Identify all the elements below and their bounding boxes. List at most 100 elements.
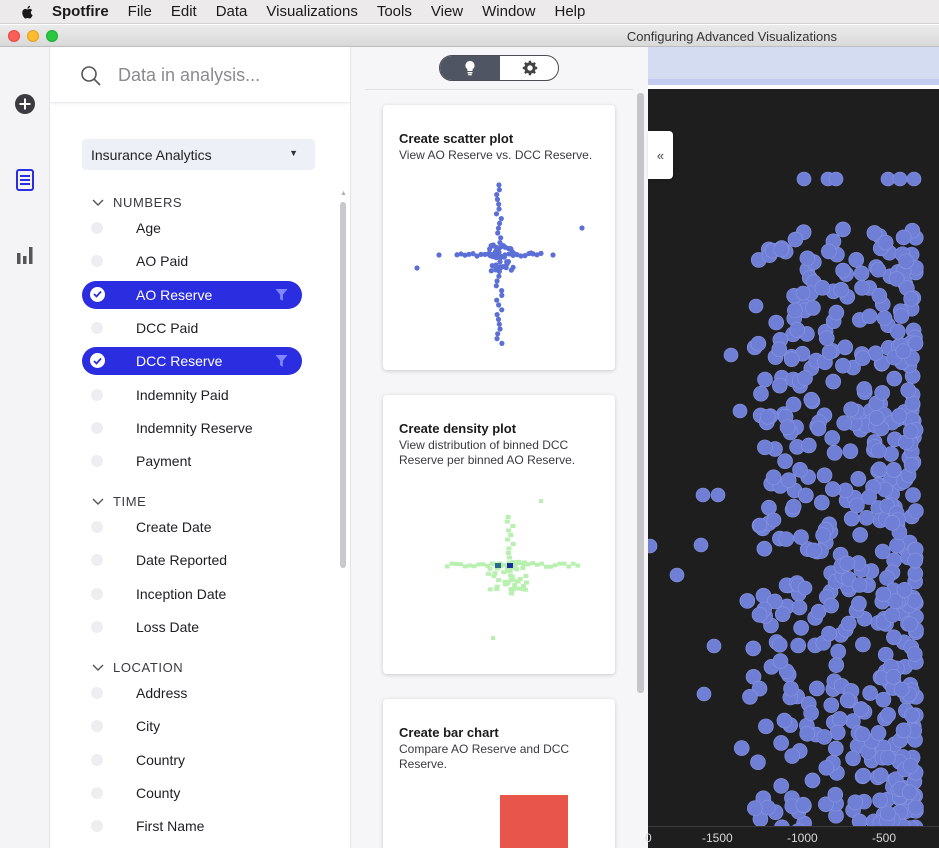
density-preview-cell bbox=[524, 580, 530, 585]
field-ao-paid[interactable]: AO Paid bbox=[82, 247, 302, 275]
recommendation-card-scatter[interactable]: Create scatter plot View AO Reserve vs. … bbox=[383, 105, 615, 370]
field-select-dot[interactable] bbox=[91, 255, 103, 268]
menu-file[interactable]: File bbox=[128, 3, 152, 20]
collapse-panel-button[interactable]: « bbox=[648, 131, 673, 179]
section-header-time[interactable]: TIME bbox=[92, 494, 146, 509]
visualization-point bbox=[752, 517, 768, 533]
visualization-point bbox=[825, 373, 842, 390]
visualizations-button[interactable] bbox=[13, 243, 37, 267]
field-ao-reserve[interactable]: AO Reserve bbox=[82, 280, 302, 309]
recommendation-card-density[interactable]: Create density plot View distribution of… bbox=[383, 395, 615, 674]
field-first-name[interactable]: First Name bbox=[82, 812, 302, 840]
section-label: LOCATION bbox=[113, 660, 184, 675]
visualization-point bbox=[862, 685, 878, 701]
checkmark-icon[interactable] bbox=[90, 286, 105, 302]
field-select-dot[interactable] bbox=[91, 820, 103, 833]
field-dcc-reserve[interactable]: DCC Reserve bbox=[82, 347, 302, 376]
visualization-point bbox=[839, 692, 856, 709]
apple-logo-icon[interactable] bbox=[18, 4, 38, 20]
visualization-point bbox=[783, 680, 799, 697]
field-loss-date[interactable]: Loss Date bbox=[82, 613, 302, 641]
density-preview-cell bbox=[530, 561, 535, 566]
field-select-dot[interactable] bbox=[91, 388, 103, 401]
window-title: Configuring Advanced Visualizations bbox=[626, 29, 837, 44]
field-select-dot[interactable] bbox=[91, 421, 103, 434]
visualization-point bbox=[885, 462, 902, 478]
settings-tab[interactable] bbox=[500, 56, 558, 80]
zoom-window-button[interactable] bbox=[46, 30, 58, 42]
density-preview-cell bbox=[515, 586, 521, 591]
filter-icon[interactable] bbox=[275, 354, 288, 368]
visualization-point bbox=[742, 688, 758, 705]
field-select-dot[interactable] bbox=[91, 587, 103, 600]
panel-mode-toggle[interactable] bbox=[439, 55, 559, 81]
menu-view[interactable]: View bbox=[431, 3, 463, 20]
visualization-point bbox=[828, 657, 845, 673]
field-address[interactable]: Address bbox=[82, 679, 302, 707]
density-preview-cell bbox=[566, 564, 571, 569]
field-select-dot[interactable] bbox=[91, 222, 103, 234]
field-dcc-paid[interactable]: DCC Paid bbox=[82, 314, 302, 342]
field-create-date[interactable]: Create Date bbox=[82, 513, 302, 541]
menu-window[interactable]: Window bbox=[482, 3, 535, 20]
field-select-dot[interactable] bbox=[91, 455, 103, 468]
menu-edit[interactable]: Edit bbox=[171, 3, 197, 20]
menu-app-name[interactable]: Spotfire bbox=[52, 3, 109, 20]
field-select-dot[interactable] bbox=[91, 720, 103, 733]
field-city[interactable]: City bbox=[82, 712, 302, 740]
field-country[interactable]: Country bbox=[82, 746, 302, 774]
menu-help[interactable]: Help bbox=[554, 3, 585, 20]
data-search-input[interactable] bbox=[118, 61, 328, 89]
data-source-select[interactable]: Insurance Analytics ▼ bbox=[82, 139, 315, 170]
field-select-dot[interactable] bbox=[91, 321, 103, 334]
section-label: NUMBERS bbox=[113, 195, 183, 210]
section-header-numbers[interactable]: NUMBERS bbox=[92, 195, 182, 210]
field-select-dot[interactable] bbox=[91, 786, 103, 799]
field-age[interactable]: Age bbox=[82, 214, 302, 242]
menu-visualizations[interactable]: Visualizations bbox=[266, 3, 357, 20]
field-select-dot[interactable] bbox=[91, 554, 103, 567]
add-data-button[interactable] bbox=[13, 92, 37, 116]
field-inception-date[interactable]: Inception Date bbox=[82, 580, 302, 608]
data-panel-button[interactable] bbox=[13, 168, 37, 192]
field-date-reported[interactable]: Date Reported bbox=[82, 546, 302, 574]
filter-icon[interactable] bbox=[275, 288, 288, 302]
visualization-point bbox=[889, 323, 906, 340]
visualization-point bbox=[880, 707, 896, 723]
scatter-visualization[interactable] bbox=[648, 89, 939, 848]
field-select-dot[interactable] bbox=[91, 753, 103, 766]
density-preview-cell bbox=[512, 583, 518, 588]
recommendations-tab[interactable] bbox=[440, 56, 500, 80]
visualization-point bbox=[706, 638, 722, 654]
minimize-window-button[interactable] bbox=[27, 30, 39, 42]
x-tick-label: -1500 bbox=[702, 831, 733, 845]
field-select-dot[interactable] bbox=[91, 620, 103, 633]
density-preview-cell bbox=[506, 546, 512, 551]
menu-data[interactable]: Data bbox=[216, 3, 248, 20]
menu-bar: Spotfire File Edit Data Visualizations T… bbox=[0, 0, 939, 24]
scroll-up-icon[interactable]: ▲ bbox=[340, 190, 347, 197]
section-header-location[interactable]: LOCATION bbox=[92, 660, 183, 675]
data-panel-scrollbar[interactable] bbox=[340, 202, 346, 568]
visualization-point bbox=[773, 735, 789, 751]
density-preview-cell bbox=[487, 566, 493, 571]
visualization-point bbox=[772, 653, 789, 669]
field-indemnity-paid[interactable]: Indemnity Paid bbox=[82, 381, 302, 409]
scatter-preview-point bbox=[496, 201, 502, 207]
checkmark-icon[interactable] bbox=[90, 353, 105, 369]
visualization-point bbox=[733, 740, 750, 756]
visualization-point bbox=[872, 792, 888, 809]
field-select-dot[interactable] bbox=[91, 687, 103, 699]
visualization-point bbox=[874, 385, 890, 401]
density-preview-cell bbox=[508, 533, 514, 537]
visualization-point bbox=[821, 344, 838, 360]
field-county[interactable]: County bbox=[82, 779, 302, 807]
field-payment[interactable]: Payment bbox=[82, 447, 302, 475]
field-select-dot[interactable] bbox=[91, 521, 103, 533]
visualization-point bbox=[905, 487, 921, 503]
field-indemnity-reserve[interactable]: Indemnity Reserve bbox=[82, 414, 302, 442]
recommendation-card-bar[interactable]: Create bar chart Compare AO Reserve and … bbox=[383, 699, 615, 848]
menu-tools[interactable]: Tools bbox=[377, 3, 412, 20]
recommendations-scrollbar[interactable] bbox=[637, 93, 644, 693]
close-window-button[interactable] bbox=[8, 30, 20, 42]
